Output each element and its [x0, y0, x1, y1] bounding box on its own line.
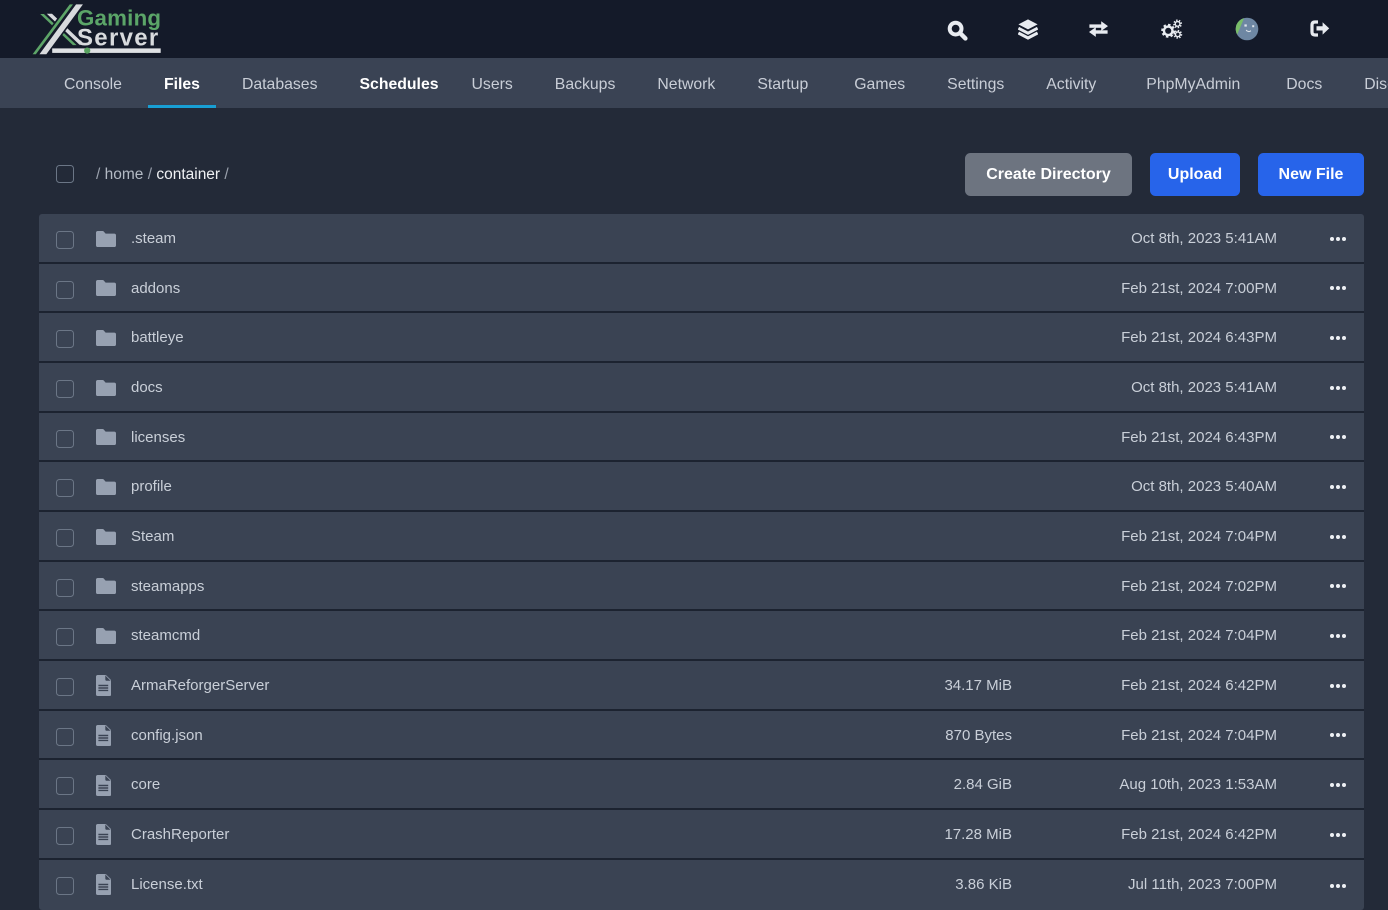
svg-text:Server: Server: [77, 24, 160, 51]
